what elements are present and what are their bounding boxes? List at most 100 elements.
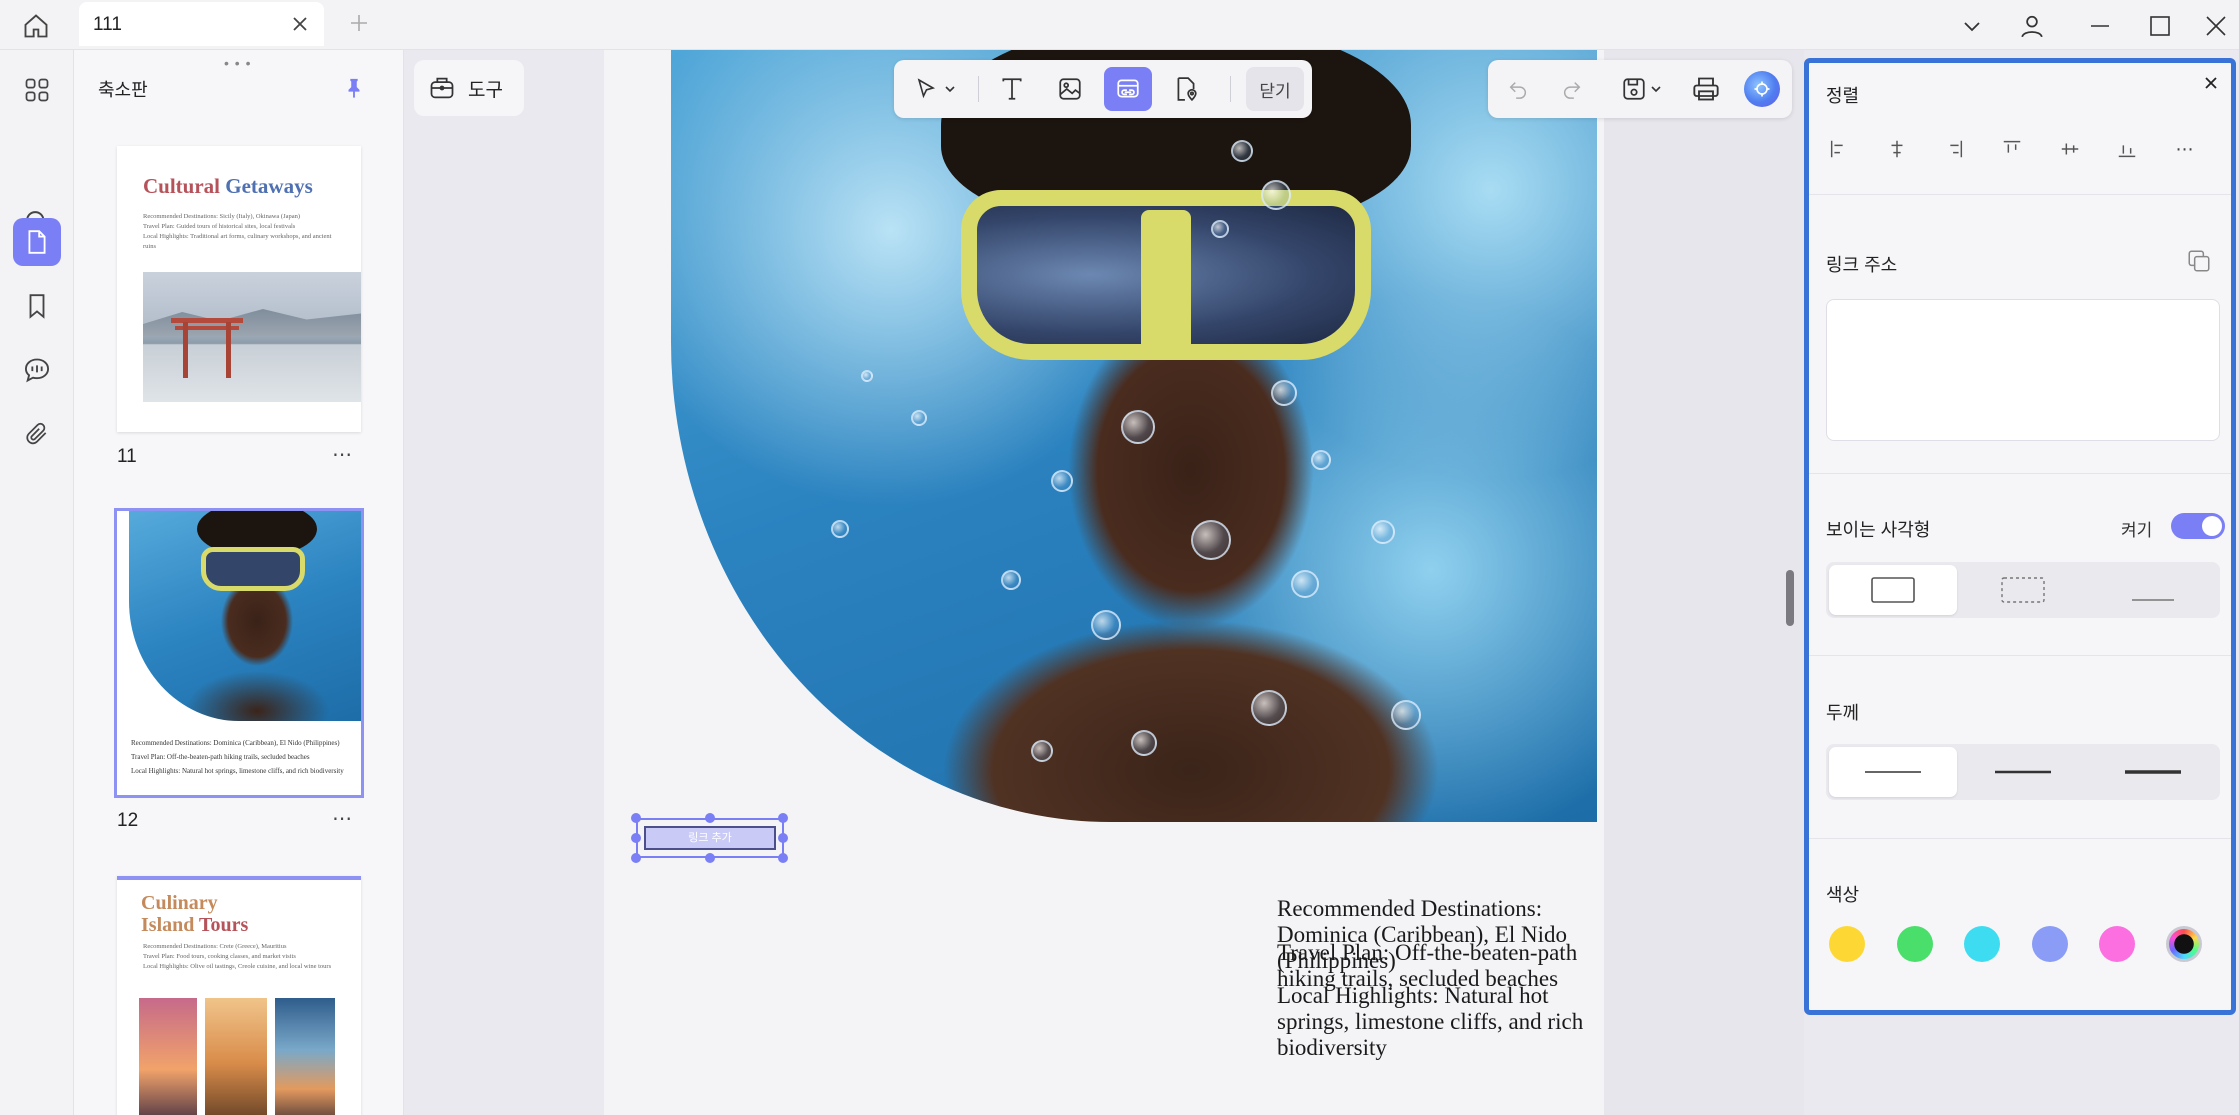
link-address-input[interactable] (1826, 299, 2220, 441)
link-tool-button[interactable] (1104, 67, 1152, 111)
resize-handle[interactable] (631, 833, 641, 843)
thumbnail-image (143, 272, 361, 402)
text-tool-button[interactable] (988, 67, 1036, 111)
thumbnail-text: Recommended Destinations: Crete (Greece)… (143, 943, 287, 950)
resize-handle[interactable] (778, 813, 788, 823)
pdf-page: Recommended Destinations: Dominica (Cari… (604, 50, 1604, 1115)
home-icon[interactable] (18, 8, 54, 44)
color-picker-custom[interactable] (2166, 926, 2202, 962)
copy-icon[interactable] (2183, 245, 2215, 277)
link-icon (1117, 79, 1139, 98)
thumbnail-heading: Culinary Island Tours (141, 892, 249, 936)
document-tab[interactable]: 111 (79, 2, 324, 46)
align-middle-vertical-icon[interactable] (2050, 129, 2090, 169)
document-text-line[interactable]: Local Highlights: Natural hot springs, l… (1277, 983, 1604, 1061)
chevron-down-icon (945, 86, 955, 93)
resize-handle[interactable] (631, 853, 641, 863)
bookmark-icon[interactable] (13, 282, 61, 330)
color-title: 색상 (1826, 885, 1860, 905)
more-options-icon[interactable]: ⋯ (332, 806, 353, 831)
align-center-horizontal-icon[interactable] (1877, 129, 1917, 169)
thickness-title: 두께 (1826, 703, 1860, 723)
thumbnail-image (139, 998, 197, 1115)
text-icon (1002, 78, 1022, 100)
resize-handle[interactable] (705, 853, 715, 863)
quick-actions-toolbar (1488, 60, 1792, 118)
location-page-icon (1177, 77, 1197, 102)
thumbnail-heading: Cultural Getaways (143, 174, 313, 198)
solid-border-option[interactable] (1829, 565, 1957, 615)
thumbnail-text: Local Highlights: Traditional art forms,… (143, 233, 332, 250)
more-options-icon[interactable]: ⋯ (332, 442, 353, 467)
resize-handle[interactable] (631, 813, 641, 823)
thumbnail-text: Local Highlights: Olive oil tastings, Cr… (143, 963, 332, 970)
image-tool-button[interactable] (1046, 67, 1094, 111)
user-icon[interactable] (2012, 6, 2052, 46)
resize-handle[interactable] (778, 853, 788, 863)
ai-assistant-icon[interactable] (1740, 67, 1784, 111)
minimize-icon[interactable] (2080, 6, 2120, 46)
color-swatch-cyan[interactable] (1964, 926, 2000, 962)
thumbnail-text: Local Highlights: Natural hot springs, l… (131, 767, 344, 775)
border-style-selector (1826, 562, 2220, 618)
link-annotation[interactable]: 링크 추가 (636, 818, 784, 858)
thumbnail-text: Travel Plan: Off-the-beaten-path hiking … (131, 753, 310, 761)
tools-panel: 도구 (404, 50, 604, 1115)
undo-icon[interactable] (1496, 67, 1540, 111)
dashed-border-option[interactable] (1959, 565, 2087, 615)
link-properties-panel: 정렬 ⋯ 링크 주소 보이는 사각형 켜기 두께 색상 (1804, 58, 2236, 1015)
color-swatch-green[interactable] (1897, 926, 1933, 962)
print-icon[interactable] (1684, 67, 1728, 111)
thickness-thick-option[interactable] (2089, 747, 2217, 797)
underline-border-option[interactable] (2089, 565, 2217, 615)
visible-rectangle-title: 보이는 사각형 (1826, 520, 1931, 540)
attachment-icon[interactable] (13, 410, 61, 458)
pin-icon[interactable] (340, 74, 368, 102)
color-swatch-pink[interactable] (2099, 926, 2135, 962)
tools-button[interactable]: 도구 (414, 60, 524, 116)
edit-toolbar: 닫기 (894, 60, 1312, 118)
resize-handle[interactable] (705, 813, 715, 823)
thickness-selector (1826, 744, 2220, 800)
align-bottom-icon[interactable] (2107, 129, 2147, 169)
toolbox-icon (430, 77, 454, 99)
comment-icon[interactable] (13, 346, 61, 394)
thumbnail-image (275, 998, 335, 1115)
cursor-icon (917, 78, 936, 99)
color-swatch-yellow[interactable] (1829, 926, 1865, 962)
thickness-medium-option[interactable] (1959, 747, 2087, 797)
resize-handle[interactable] (778, 833, 788, 843)
thumbnail-image (129, 511, 361, 721)
close-icon[interactable] (2199, 71, 2223, 95)
redo-icon[interactable] (1550, 67, 1594, 111)
panel-resize-grip[interactable]: • • • (224, 55, 251, 71)
page-thumbnail-selected[interactable]: Recommended Destinations: Dominica (Cari… (114, 508, 364, 798)
align-right-icon[interactable] (1934, 129, 1974, 169)
thumbnail-text: Travel Plan: Food tours, cooking classes… (143, 953, 296, 960)
visible-rectangle-toggle[interactable] (2171, 513, 2225, 539)
add-tab-icon[interactable] (344, 8, 374, 38)
select-tool-button[interactable] (902, 67, 968, 111)
align-top-icon[interactable] (1992, 129, 2032, 169)
page-thumbnail[interactable]: Culinary Island Tours Recommended Destin… (117, 876, 361, 1115)
chevron-down-icon[interactable] (1952, 6, 1992, 46)
close-edit-button[interactable]: 닫기 (1246, 67, 1304, 111)
chevron-down-icon[interactable] (1646, 67, 1666, 111)
align-left-icon[interactable] (1819, 129, 1859, 169)
thumbnails-icon[interactable] (13, 218, 61, 266)
link-annotation-label: 링크 추가 (644, 826, 776, 850)
close-icon[interactable] (286, 10, 314, 38)
page-thumbnail[interactable]: Cultural Getaways Recommended Destinatio… (117, 146, 361, 432)
document-viewport[interactable]: Recommended Destinations: Dominica (Cari… (604, 50, 1804, 1115)
tools-label: 도구 (468, 79, 503, 101)
close-window-icon[interactable] (2196, 6, 2236, 46)
organize-pages-icon[interactable] (13, 66, 61, 114)
maximize-icon[interactable] (2140, 6, 2180, 46)
more-options-icon[interactable]: ⋯ (2165, 129, 2205, 169)
thumbnail-panel: • • • 축소판 Cultural Getaways Recommended … (74, 50, 404, 1115)
thickness-thin-option[interactable] (1829, 747, 1957, 797)
vertical-scrollbar[interactable] (1786, 570, 1794, 626)
thumbnail-text: Travel Plan: Guided tours of historical … (143, 223, 296, 230)
page-link-tool-button[interactable] (1162, 67, 1210, 111)
color-swatch-periwinkle[interactable] (2032, 926, 2068, 962)
